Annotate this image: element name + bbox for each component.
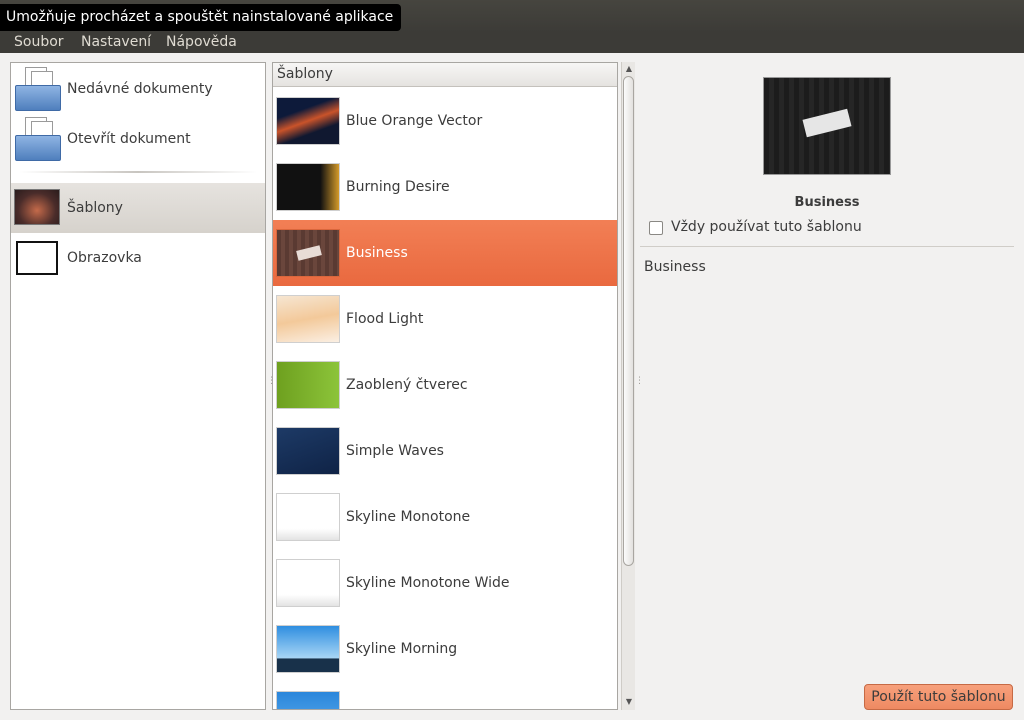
- template-row[interactable]: Business: [273, 220, 617, 286]
- template-thumbnail: [276, 493, 340, 541]
- menu-bar: Soubor Nastavení Nápověda: [0, 32, 1024, 53]
- templates-icon: [14, 189, 60, 225]
- template-label: Skyline Morning: [346, 641, 458, 657]
- menu-napoveda[interactable]: Nápověda: [166, 33, 237, 51]
- screen-icon: [16, 241, 58, 275]
- preview-title: Business: [794, 195, 860, 210]
- template-description: Business: [644, 259, 706, 275]
- sidebar-item-templates[interactable]: Šablony: [11, 183, 265, 233]
- template-label: Skyline Monotone Wide: [346, 575, 510, 591]
- template-row[interactable]: Blue Orange Vector: [273, 88, 617, 154]
- template-label: Business: [346, 245, 408, 261]
- template-label: Simple Waves: [346, 443, 444, 459]
- template-thumbnail: [276, 295, 340, 343]
- template-label: Skyline Monotone: [346, 509, 471, 525]
- scrollbar-thumb[interactable]: [623, 76, 634, 566]
- preview-divider: [640, 246, 1014, 247]
- template-label: Burning Desire: [346, 179, 450, 195]
- always-use-template-label[interactable]: Vždy používat tuto šablonu: [671, 219, 862, 235]
- template-row[interactable]: [273, 682, 617, 709]
- menu-soubor[interactable]: Soubor: [14, 33, 64, 51]
- sidebar-item-label: Obrazovka: [67, 250, 142, 266]
- template-thumbnail: [276, 361, 340, 409]
- templates-list-header[interactable]: Šablony: [273, 63, 617, 87]
- template-row[interactable]: Skyline Monotone Wide: [273, 550, 617, 616]
- templates-list-panel: Šablony Blue Orange Vector Burning Desir…: [272, 62, 618, 710]
- sidebar-item-label: Otevřít dokument: [67, 131, 191, 147]
- always-use-template-checkbox[interactable]: [649, 221, 663, 235]
- template-thumbnail: [276, 625, 340, 673]
- template-thumbnail: [276, 97, 340, 145]
- sidebar-separator: [19, 171, 257, 173]
- scroll-down-icon[interactable]: ▼: [622, 696, 636, 708]
- template-row[interactable]: Burning Desire: [273, 154, 617, 220]
- template-label: Blue Orange Vector: [346, 113, 483, 129]
- folder-documents-icon: [15, 67, 61, 111]
- pane-resize-handle[interactable]: ⋮: [635, 377, 644, 390]
- menu-nastaveni[interactable]: Nastavení: [81, 33, 151, 51]
- sidebar-item-open-document[interactable]: Otevřít dokument: [11, 114, 265, 164]
- template-preview-image: [763, 77, 891, 175]
- template-thumbnail: [276, 163, 340, 211]
- template-thumbnail: [276, 427, 340, 475]
- templates-scrollbar[interactable]: ▲ ▼: [621, 62, 635, 710]
- template-thumbnail: [276, 229, 340, 277]
- tooltip: Umožňuje procházet a spouštět nainstalov…: [0, 4, 402, 31]
- sidebar-panel: Nedávné dokumenty Otevřít dokument Šablo…: [10, 62, 266, 710]
- template-row[interactable]: Zaoblený čtverec: [273, 352, 617, 418]
- template-label: Zaoblený čtverec: [346, 377, 468, 393]
- template-thumbnail: [276, 559, 340, 607]
- folder-documents-icon: [15, 117, 61, 161]
- sidebar-item-label: Šablony: [67, 200, 123, 216]
- template-label: Flood Light: [346, 311, 424, 327]
- template-row[interactable]: Skyline Morning: [273, 616, 617, 682]
- pane-resize-handle[interactable]: ⋮: [267, 377, 276, 390]
- sidebar-item-screen[interactable]: Obrazovka: [11, 233, 265, 283]
- template-row[interactable]: Skyline Monotone: [273, 484, 617, 550]
- sidebar-item-recent-documents[interactable]: Nedávné dokumenty: [11, 64, 265, 114]
- scroll-up-icon[interactable]: ▲: [622, 63, 636, 75]
- template-row[interactable]: Flood Light: [273, 286, 617, 352]
- apply-template-button[interactable]: Použít tuto šablonu: [864, 684, 1013, 710]
- template-row[interactable]: Simple Waves: [273, 418, 617, 484]
- sidebar-item-label: Nedávné dokumenty: [67, 81, 213, 97]
- template-thumbnail: [276, 691, 340, 709]
